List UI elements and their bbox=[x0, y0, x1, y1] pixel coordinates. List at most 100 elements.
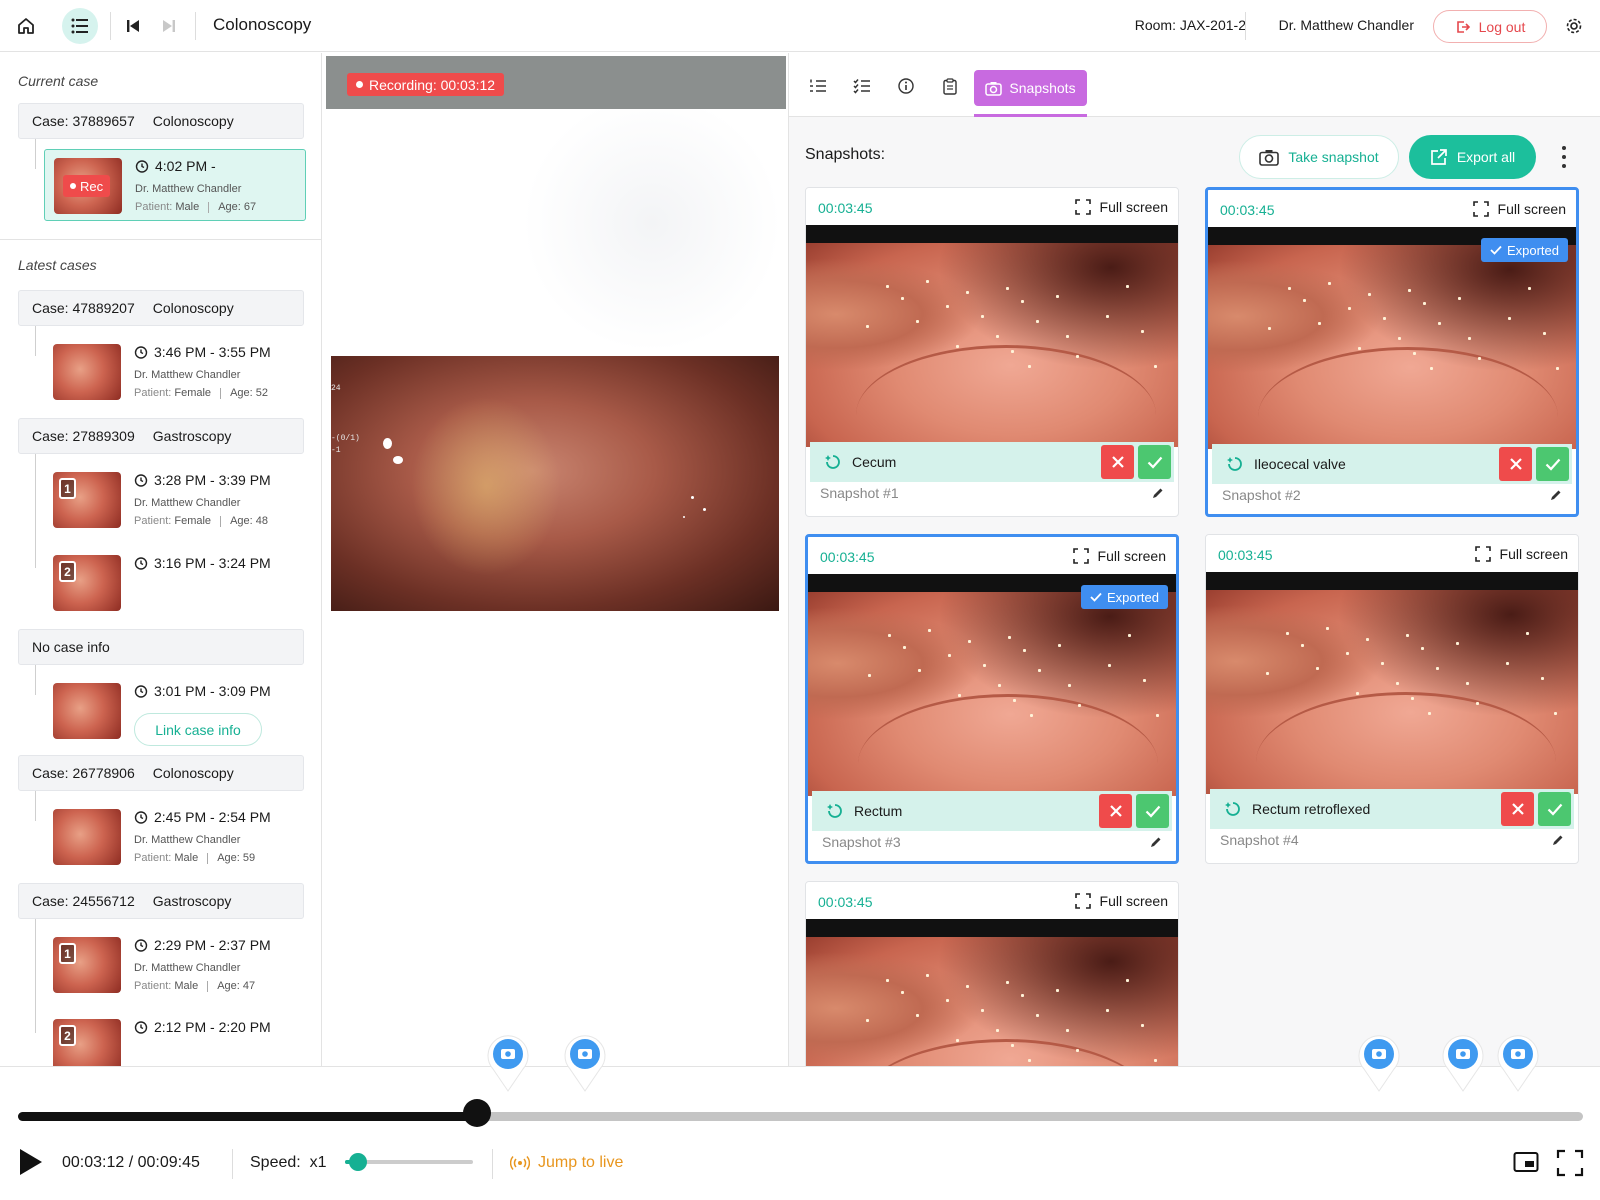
tissue-fleck bbox=[1468, 337, 1471, 340]
accept-label-button[interactable] bbox=[1538, 792, 1571, 826]
home-icon[interactable] bbox=[8, 8, 44, 44]
tissue-fleck bbox=[1154, 1059, 1157, 1062]
snapshot-name[interactable]: Snapshot #4 bbox=[1220, 832, 1299, 848]
snapshot-marker-pin[interactable] bbox=[1440, 1031, 1486, 1093]
snapshot-marker-pin[interactable] bbox=[1356, 1031, 1402, 1093]
skip-forward-icon[interactable] bbox=[151, 8, 187, 44]
reject-label-button[interactable] bbox=[1099, 794, 1132, 828]
snapshot-card[interactable]: 00:03:45 Full screen Exported Rectum Sna… bbox=[805, 534, 1179, 864]
tissue-fleck bbox=[1346, 652, 1349, 655]
current-case-header[interactable]: Case: 37889657 Colonoscopy bbox=[18, 103, 304, 139]
snapshot-name[interactable]: Snapshot #3 bbox=[822, 834, 901, 850]
snapshot-marker-pin[interactable] bbox=[1495, 1031, 1541, 1093]
recording-entry[interactable]: 2:45 PM - 2:54 PM Dr. Matthew Chandler P… bbox=[44, 801, 306, 873]
tissue-fleck bbox=[1106, 315, 1109, 318]
edit-pencil-icon[interactable] bbox=[1552, 833, 1564, 851]
timeline-handle[interactable] bbox=[462, 1099, 491, 1127]
tissue-fleck bbox=[1006, 981, 1009, 984]
check-icon bbox=[1490, 245, 1502, 255]
edit-pencil-icon[interactable] bbox=[1550, 488, 1562, 506]
export-all-button[interactable]: Export all bbox=[1409, 135, 1536, 179]
recording-entry[interactable]: 2 2:12 PM - 2:20 PM bbox=[44, 1011, 306, 1066]
snapshot-image[interactable] bbox=[806, 225, 1178, 447]
more-options-icon[interactable] bbox=[1557, 143, 1571, 171]
snapshot-card[interactable]: 00:03:45 Full screen bbox=[805, 881, 1179, 1066]
case-header[interactable]: Case: 26778906 Colonoscopy bbox=[18, 755, 304, 791]
snapshot-marker-pin[interactable] bbox=[562, 1031, 608, 1093]
jump-to-live-button[interactable]: Jump to live bbox=[510, 1154, 623, 1172]
snapshot-card[interactable]: 00:03:45 Full screen Rectum retroflexed … bbox=[1205, 534, 1579, 864]
tissue-fleck bbox=[1028, 1059, 1031, 1062]
full-screen-button[interactable]: Full screen bbox=[1074, 199, 1168, 215]
case-header[interactable]: Case: 24556712 Gastroscopy bbox=[18, 883, 304, 919]
edit-pencil-icon[interactable] bbox=[1150, 835, 1162, 853]
reject-label-button[interactable] bbox=[1499, 447, 1532, 481]
ai-sparkle-icon bbox=[1227, 457, 1242, 471]
snapshot-name[interactable]: Snapshot #1 bbox=[820, 485, 899, 501]
snapshots-panel: Snapshots Snapshots: Take snapshot Expor… bbox=[788, 53, 1600, 1066]
logout-button[interactable]: Log out bbox=[1433, 10, 1547, 43]
exported-badge: Exported bbox=[1480, 238, 1568, 262]
take-snapshot-button[interactable]: Take snapshot bbox=[1239, 135, 1399, 179]
case-header[interactable]: Case: 47889207 Colonoscopy bbox=[18, 290, 304, 326]
tissue-fleck bbox=[948, 654, 951, 657]
entry-patient: Patient: Female Age: 48 bbox=[134, 515, 268, 527]
tissue-fleck bbox=[886, 979, 889, 982]
snapshot-image[interactable] bbox=[1206, 572, 1578, 794]
gear-icon[interactable] bbox=[1556, 8, 1592, 44]
recording-entry[interactable]: 3:01 PM - 3:09 PM Link case info bbox=[44, 675, 306, 747]
snapshot-card[interactable]: 00:03:45 Full screen Cecum Snapshot #1 bbox=[805, 187, 1179, 517]
endoscope-video[interactable]: 24 -(0/1) -1 bbox=[331, 356, 779, 611]
picture-in-picture-icon[interactable] bbox=[1513, 1151, 1539, 1178]
recording-entry[interactable]: 1 2:29 PM - 2:37 PM Dr. Matthew Chandler… bbox=[44, 929, 306, 1001]
skip-back-icon[interactable] bbox=[115, 8, 151, 44]
tissue-fleck bbox=[1456, 642, 1459, 645]
latest-cases-label: Latest cases bbox=[18, 257, 97, 273]
numbered-list-icon[interactable] bbox=[805, 73, 831, 99]
tab-snapshots[interactable]: Snapshots bbox=[974, 70, 1087, 106]
tissue-fleck bbox=[1076, 355, 1079, 358]
video-overlay-text: -1 bbox=[331, 446, 341, 455]
full-screen-button[interactable]: Full screen bbox=[1074, 893, 1168, 909]
current-recording-entry[interactable]: Rec 4:02 PM - Dr. Matthew Chandler Patie… bbox=[44, 149, 306, 221]
link-case-info-button[interactable]: Link case info bbox=[134, 713, 262, 746]
tissue-fleck bbox=[1141, 330, 1144, 333]
play-icon[interactable] bbox=[18, 1147, 44, 1182]
timer-icon bbox=[134, 346, 148, 359]
tissue-fleck bbox=[928, 629, 931, 632]
recording-entry[interactable]: 1 3:28 PM - 3:39 PM Dr. Matthew Chandler… bbox=[44, 464, 306, 536]
tissue-fleck bbox=[1036, 320, 1039, 323]
list-icon[interactable] bbox=[62, 8, 98, 44]
snapshot-name[interactable]: Snapshot #2 bbox=[1222, 487, 1301, 503]
accept-label-button[interactable] bbox=[1138, 445, 1171, 479]
full-screen-button[interactable]: Full screen bbox=[1474, 546, 1568, 562]
speed-slider-handle[interactable] bbox=[349, 1153, 367, 1171]
recording-entry[interactable]: 2 3:16 PM - 3:24 PM bbox=[44, 547, 306, 619]
edit-pencil-icon[interactable] bbox=[1152, 486, 1164, 504]
case-header[interactable]: No case info bbox=[18, 629, 304, 665]
tissue-fleck bbox=[1076, 1049, 1079, 1052]
tissue-fleck bbox=[1326, 627, 1329, 630]
accept-label-button[interactable] bbox=[1136, 794, 1169, 828]
tissue-fleck bbox=[1066, 335, 1069, 338]
tissue-fleck bbox=[1476, 702, 1479, 705]
accept-label-button[interactable] bbox=[1536, 447, 1569, 481]
snapshot-image[interactable] bbox=[806, 919, 1178, 1066]
recording-entry[interactable]: 3:46 PM - 3:55 PM Dr. Matthew Chandler P… bbox=[44, 336, 306, 408]
tissue-fleck bbox=[981, 1009, 984, 1012]
checklist-icon[interactable] bbox=[849, 73, 875, 99]
snapshot-card[interactable]: 00:03:45 Full screen Exported Ileocecal … bbox=[1205, 187, 1579, 517]
clipboard-icon[interactable] bbox=[937, 73, 963, 99]
timer-icon bbox=[134, 685, 148, 698]
snapshot-marker-pin[interactable] bbox=[485, 1031, 531, 1093]
reject-label-button[interactable] bbox=[1501, 792, 1534, 826]
reject-label-button[interactable] bbox=[1101, 445, 1134, 479]
timeline-track[interactable] bbox=[18, 1112, 1583, 1121]
info-icon[interactable] bbox=[893, 73, 919, 99]
full-screen-button[interactable]: Full screen bbox=[1072, 548, 1166, 564]
full-screen-button[interactable]: Full screen bbox=[1472, 201, 1566, 217]
case-header[interactable]: Case: 27889309 Gastroscopy bbox=[18, 418, 304, 454]
camera-pin-icon bbox=[1497, 1035, 1539, 1092]
fullscreen-icon[interactable] bbox=[1556, 1149, 1584, 1182]
tissue-fleck bbox=[968, 640, 971, 643]
